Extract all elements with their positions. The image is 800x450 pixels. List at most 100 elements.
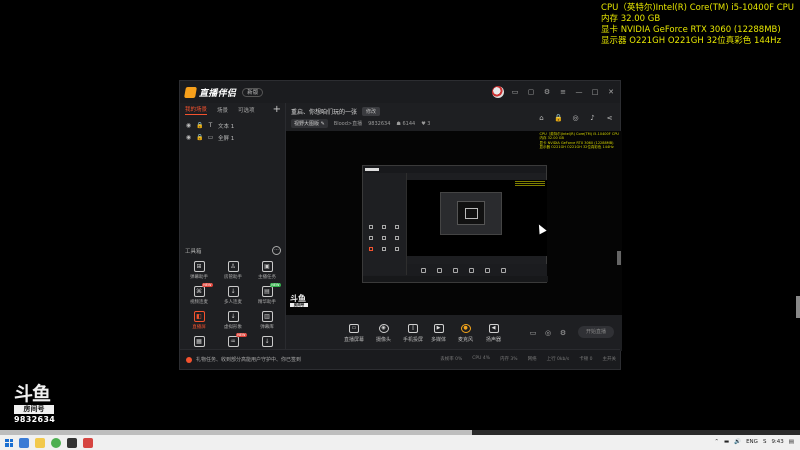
metric-mem: 内存 3% (500, 357, 518, 362)
download-icon: ↓ (227, 286, 239, 297)
screen-edge-handle[interactable] (796, 296, 800, 318)
notice-text: 礼物任务、收到部分高能用户守护中、你已签到 (196, 357, 302, 363)
edit-title-button[interactable]: 修改 (362, 107, 381, 116)
control-speaker[interactable]: ◀ 扬声器 (486, 324, 501, 343)
video-link-icon: ⌘ NEW (193, 283, 213, 297)
tool-video-link[interactable]: ⌘ NEW 视频连麦 (182, 283, 216, 305)
record-video-icon[interactable]: ▭ (529, 329, 537, 337)
category-chip[interactable]: 视野大图版 ✎ (291, 119, 328, 128)
window-scroll-handle[interactable] (617, 251, 621, 265)
settings-icon[interactable]: ⚙ (559, 329, 567, 337)
add-scene-icon[interactable]: + (273, 104, 281, 115)
category-label: 视野大图版 (294, 121, 320, 127)
browser-icon[interactable] (51, 437, 61, 448)
streaming-app-taskbar-icon[interactable] (83, 437, 93, 448)
highlights-icon: ▤ NEW (261, 283, 281, 297)
scene-item[interactable]: ◉ 🔒 ▭ 全屏 1 (180, 132, 285, 144)
lock-icon[interactable]: 🔒 (196, 123, 203, 129)
settings-icon[interactable]: ⚙ (542, 87, 552, 97)
control-microphone[interactable]: ● 麦克风 (458, 324, 473, 343)
eye-icon[interactable]: ◉ (185, 123, 192, 129)
scene-item[interactable]: ◉ 🔒 T 文本 1 (180, 120, 285, 132)
system-info-overlay: CPU（英特尔)Intel(R) Core(TM) i5-10400F CPU … (601, 3, 794, 47)
maximize-icon[interactable]: □ (590, 87, 600, 97)
scene-label: 文本 1 (218, 124, 235, 130)
nested-tool-icon (382, 236, 386, 240)
tab-my-scenes[interactable]: 我的场景 (185, 105, 208, 115)
metric-cpu: CPU 4% (472, 356, 490, 361)
app-titlebar: 直播伴侣 新版 ▭ ▢ ⚙ ≡ — □ ✕ (180, 81, 620, 103)
metric-switch[interactable]: 主开关 (603, 356, 617, 362)
bell-icon[interactable]: ♪ (588, 114, 597, 122)
tool-label: 视频连麦 (190, 300, 208, 305)
nested-tool-icon (382, 225, 386, 229)
menu-icon[interactable]: ≡ (558, 87, 568, 97)
tool-label: 虚拟形象 (224, 325, 242, 330)
more-icon[interactable]: ··· (272, 246, 281, 255)
tool-extra-2[interactable]: ♒ NEW (216, 333, 250, 347)
status-bar: 礼物任务、收到部分高能用户守护中、你已签到 丢帧率 0% CPU 4% 内存 3… (180, 349, 620, 369)
eye-icon[interactable]: ◉ (185, 135, 192, 141)
taskview-icon[interactable] (19, 437, 29, 448)
app-logo-icon (184, 86, 197, 98)
eye-icon[interactable]: ◎ (544, 329, 552, 337)
room-number: 9832634 (14, 415, 56, 424)
control-label: 麦克风 (458, 337, 474, 343)
control-live-screen[interactable]: ▭ 直播屏幕 (344, 324, 364, 343)
tool-live-screen[interactable]: ◧ 直播屏 (182, 311, 216, 330)
user-avatar[interactable] (492, 86, 504, 98)
control-phone-cast[interactable]: ▯ 手机投屏 (403, 324, 423, 343)
download-icon: ↓ (261, 336, 273, 347)
minimize-icon[interactable]: — (574, 87, 584, 97)
windows-start-icon[interactable] (5, 438, 13, 447)
file-explorer-icon[interactable] (35, 437, 45, 448)
tab-options[interactable]: 可选项 (238, 106, 255, 114)
lock-icon[interactable]: 🔒 (554, 114, 563, 122)
tab-scenes[interactable]: 场景 (217, 106, 228, 114)
ime-icon[interactable]: S (763, 435, 767, 450)
control-label: 扬声器 (486, 337, 502, 343)
preview-watermark-room: 房间号 (290, 303, 308, 307)
volume-icon[interactable]: 🔊 (734, 435, 741, 450)
tool-room-admin[interactable]: ♙ 房管助手 (216, 261, 250, 280)
version-badge[interactable]: 新版 (242, 87, 264, 97)
nested-control-icon (437, 268, 442, 273)
nested-tool-icon (369, 225, 373, 229)
lock-icon[interactable]: 🔒 (196, 135, 203, 141)
message-icon[interactable]: ▢ (526, 87, 536, 97)
tool-danmu-helper[interactable]: ⊞ 弹幕助手 (182, 261, 216, 280)
nested-statusbar (363, 276, 548, 282)
close-icon[interactable]: ✕ (606, 87, 616, 97)
status-notice[interactable]: 礼物任务、收到部分高能用户守护中、你已签到 (186, 356, 301, 363)
nested-tool-icon (369, 247, 373, 251)
share-icon[interactable]: ⋖ (605, 114, 614, 122)
app-icon[interactable] (67, 437, 77, 448)
network-icon[interactable]: ▬ (724, 435, 729, 450)
language-indicator[interactable]: ENG (746, 435, 758, 450)
nested-control-icon (469, 268, 474, 273)
tool-streamer-tasks[interactable]: ▣ 主播任务 (250, 261, 284, 280)
control-camera[interactable]: ◉ 摄像头 (376, 324, 391, 343)
record-icon[interactable]: ◎ (571, 114, 580, 122)
display-info: 显示器 O221GH O221GH 32位真彩色 144Hz (601, 36, 782, 46)
clock[interactable]: 9:43 (771, 435, 783, 450)
preview-display-info: 显示器 O221GH O221GH 32位真彩色 144Hz (539, 144, 614, 149)
download-icon: ↓ (227, 311, 239, 322)
metric-lag: 卡顿 0 (579, 357, 593, 362)
shop-icon[interactable]: ⌂ (537, 114, 546, 122)
tool-multi-link[interactable]: ↓ 多人连麦 (216, 286, 250, 305)
tool-avatar[interactable]: ↓ 虚拟形象 (216, 311, 250, 330)
nested-tool-icon (395, 236, 399, 240)
scene-panel: 我的场景 场景 可选项 + ◉ 🔒 T 文本 1 ◉ 🔒 ▭ 全屏 1 工具箱 … (180, 103, 286, 351)
tool-highlights[interactable]: ▤ NEW 精华助手 (250, 283, 284, 305)
screen-icon[interactable]: ▭ (510, 87, 520, 97)
tool-extra-1[interactable]: ▦ (182, 336, 216, 347)
tool-danmu-library[interactable]: ▥ 弹幕库 (250, 311, 284, 330)
notification-icon[interactable]: ▤ (789, 435, 794, 450)
start-live-button[interactable]: 开始直播 (578, 326, 614, 338)
nested-overlay-text (515, 181, 545, 187)
tray-up-icon[interactable]: ⌃ (714, 435, 719, 450)
control-media[interactable]: ▶ 多媒体 (431, 324, 446, 343)
tool-extra-3[interactable]: ↓ (250, 336, 284, 347)
stream-preview[interactable]: CPU（英特尔)Intel(R) Core(TM) i5-10400F CPU … (286, 131, 622, 315)
